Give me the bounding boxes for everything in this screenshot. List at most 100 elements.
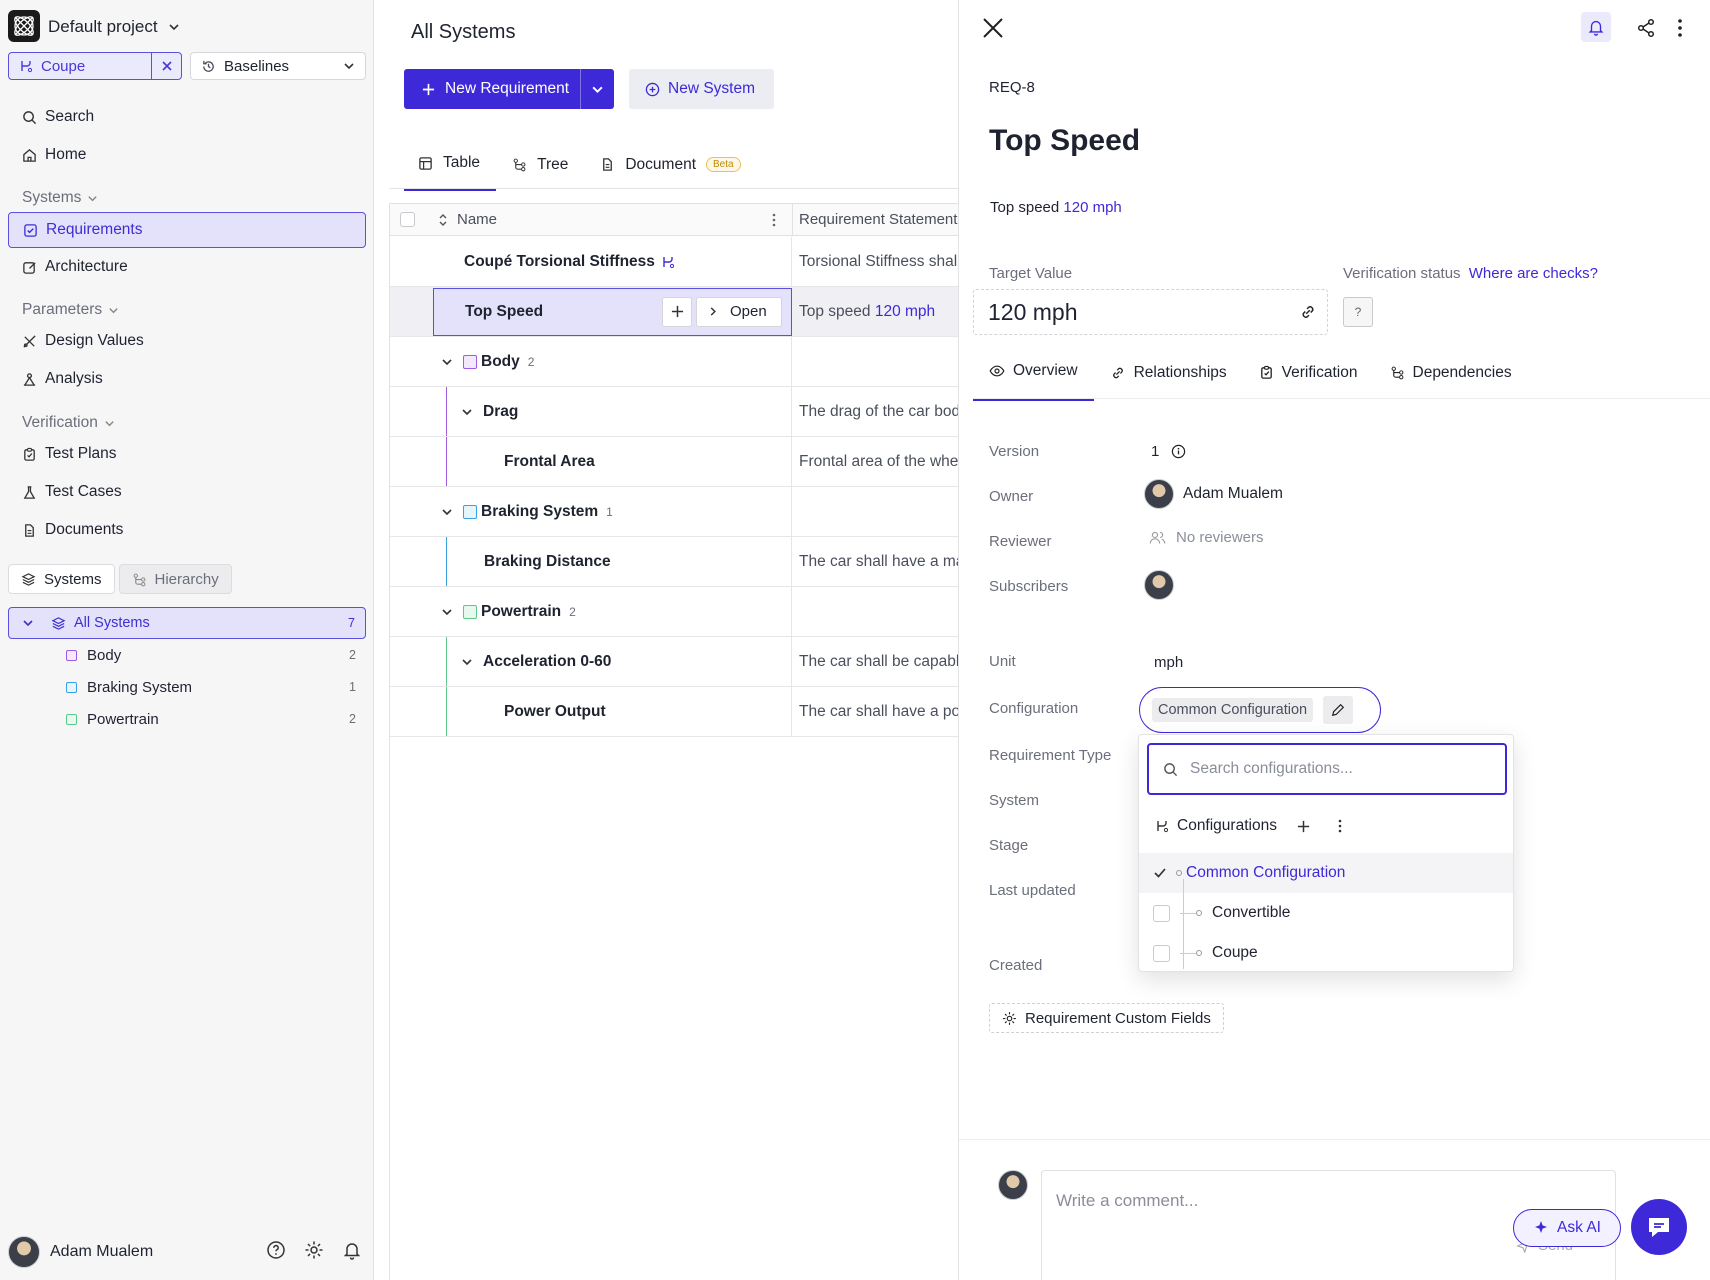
tree-item-body[interactable]: Body 2: [66, 640, 356, 670]
chevron-down-icon[interactable]: [441, 606, 453, 618]
column-menu-icon[interactable]: [772, 213, 776, 227]
tab-table[interactable]: Table: [404, 148, 497, 191]
column-header-statement[interactable]: Requirement Statement: [799, 211, 958, 228]
nav-requirements[interactable]: Requirements: [8, 212, 366, 248]
owner-field[interactable]: Adam Mualem: [1144, 479, 1283, 509]
detail-tabs: Overview Relationships Verification Depe…: [973, 362, 1528, 401]
configuration-option[interactable]: Convertible: [1139, 893, 1513, 933]
more-vertical-icon[interactable]: [1677, 18, 1683, 38]
table-row-group[interactable]: Drag The drag of the car body: [389, 387, 958, 437]
nav-search[interactable]: Search: [8, 100, 366, 134]
table-row-group[interactable]: Powertrain 2: [389, 587, 958, 637]
add-child-button[interactable]: [662, 296, 692, 327]
configuration-field[interactable]: Common Configuration: [1139, 687, 1381, 733]
row-statement: The car shall have a max: [799, 552, 958, 570]
avatar[interactable]: [1144, 570, 1174, 600]
nav-analysis[interactable]: Analysis: [8, 362, 366, 396]
nav-section-parameters[interactable]: Parameters: [22, 301, 119, 319]
nav-test-cases[interactable]: Test Cases: [8, 475, 366, 509]
reviewer-field[interactable]: No reviewers: [1149, 529, 1264, 546]
tab-document[interactable]: Document Beta: [584, 148, 756, 191]
add-configuration-button[interactable]: [1297, 820, 1310, 833]
open-row-button[interactable]: Open: [696, 296, 782, 327]
user-menu[interactable]: Adam Mualem: [8, 1236, 153, 1268]
table-icon: [418, 156, 433, 171]
nav-design-values[interactable]: Design Values: [8, 324, 366, 358]
home-icon: [22, 148, 37, 163]
configuration-option[interactable]: Coupe: [1139, 933, 1513, 973]
new-requirement-dropdown-button[interactable]: [580, 69, 614, 109]
table-row[interactable]: Coupé Torsional Stiffness Torsional Stif…: [389, 237, 958, 287]
custom-fields-button[interactable]: Requirement Custom Fields: [989, 1003, 1224, 1033]
close-icon[interactable]: [981, 16, 1005, 40]
verification-status-badge[interactable]: ?: [1343, 297, 1373, 327]
baselines-dropdown[interactable]: Baselines: [190, 52, 366, 80]
clear-configuration-button[interactable]: [151, 53, 181, 79]
link-icon[interactable]: [1299, 303, 1317, 321]
where-are-checks-link[interactable]: Where are checks?: [1469, 265, 1598, 282]
table-row-group[interactable]: Braking System 1: [389, 487, 958, 537]
nav-test-plans[interactable]: Test Plans: [8, 437, 366, 471]
new-system-button[interactable]: New System: [629, 69, 774, 109]
configuration-checkbox[interactable]: [1153, 904, 1170, 922]
table-row-group[interactable]: Acceleration 0-60 The car shall be capab…: [389, 637, 958, 687]
configuration-option[interactable]: Common Configuration: [1139, 853, 1513, 893]
select-all-checkbox[interactable]: [400, 212, 415, 227]
column-header-name[interactable]: Name: [457, 211, 497, 228]
tree-item-powertrain[interactable]: Powertrain 2: [66, 704, 356, 734]
tree-item-all-systems[interactable]: All Systems 7: [8, 607, 366, 639]
nav-architecture[interactable]: Architecture: [8, 250, 366, 284]
systems-view-button[interactable]: Systems: [8, 564, 115, 594]
table-row[interactable]: Power Output The car shall have a pow: [389, 687, 958, 737]
tab-tree[interactable]: Tree: [496, 148, 584, 191]
more-vertical-icon[interactable]: [1338, 819, 1342, 833]
chevron-down-icon[interactable]: [461, 656, 473, 668]
tab-verification[interactable]: Verification: [1243, 362, 1374, 401]
configuration-checkbox[interactable]: [1153, 944, 1170, 962]
new-requirement-button[interactable]: New Requirement: [404, 80, 580, 98]
settings-gear-icon[interactable]: [304, 1240, 324, 1260]
help-icon[interactable]: [266, 1240, 286, 1260]
info-icon[interactable]: [1171, 444, 1186, 459]
tab-relationships[interactable]: Relationships: [1094, 362, 1243, 401]
sort-icon[interactable]: [437, 213, 449, 227]
configuration-search[interactable]: [1147, 743, 1507, 795]
target-value-label: Target Value: [989, 265, 1073, 282]
app-logo[interactable]: [8, 10, 40, 42]
chevron-down-icon: [168, 21, 180, 33]
bell-icon[interactable]: [1581, 12, 1611, 42]
nav-documents[interactable]: Documents: [8, 513, 366, 547]
chevron-down-icon[interactable]: [461, 406, 473, 418]
tree-item-braking-system[interactable]: Braking System 1: [66, 672, 356, 702]
nav-section-systems[interactable]: Systems: [22, 189, 98, 207]
target-value-field[interactable]: 120 mph: [973, 289, 1328, 335]
pencil-icon[interactable]: [1323, 696, 1354, 724]
chevron-down-icon[interactable]: [19, 617, 37, 629]
statement-value-link[interactable]: 120 mph: [1063, 199, 1121, 216]
project-switcher[interactable]: Default project: [48, 17, 180, 37]
ask-ai-button[interactable]: Ask AI: [1513, 1209, 1621, 1247]
configuration-search-input[interactable]: [1190, 760, 1490, 778]
tree-icon: [512, 157, 527, 172]
table-row-selected[interactable]: Top Speed Open Top speed 120 mph: [389, 287, 958, 337]
bell-icon[interactable]: [342, 1240, 362, 1260]
share-icon[interactable]: [1636, 18, 1656, 38]
requirement-title[interactable]: Top Speed: [989, 124, 1140, 158]
tab-dependencies[interactable]: Dependencies: [1374, 362, 1528, 401]
tab-overview[interactable]: Overview: [973, 362, 1094, 401]
nav-home[interactable]: Home: [8, 138, 366, 172]
user-name: Adam Mualem: [50, 1243, 154, 1260]
nav-section-verification[interactable]: Verification: [22, 414, 115, 432]
table-row[interactable]: Braking Distance The car shall have a ma…: [389, 537, 958, 587]
table-row-group[interactable]: Body 2: [389, 337, 958, 387]
statement-value-link[interactable]: 120 mph: [875, 303, 935, 320]
chat-support-button[interactable]: [1631, 1199, 1687, 1255]
hierarchy-view-button[interactable]: Hierarchy: [118, 564, 232, 594]
chevron-down-icon[interactable]: [441, 506, 453, 518]
chevron-down-icon[interactable]: [441, 356, 453, 368]
table-row[interactable]: Frontal Area Frontal area of the wheel: [389, 437, 958, 487]
requirement-statement[interactable]: Top speed 120 mph: [990, 199, 1122, 216]
unit-value[interactable]: mph: [1154, 654, 1183, 671]
configuration-option-label: Convertible: [1212, 904, 1291, 921]
configuration-filter-chip[interactable]: Coupe: [8, 52, 182, 80]
